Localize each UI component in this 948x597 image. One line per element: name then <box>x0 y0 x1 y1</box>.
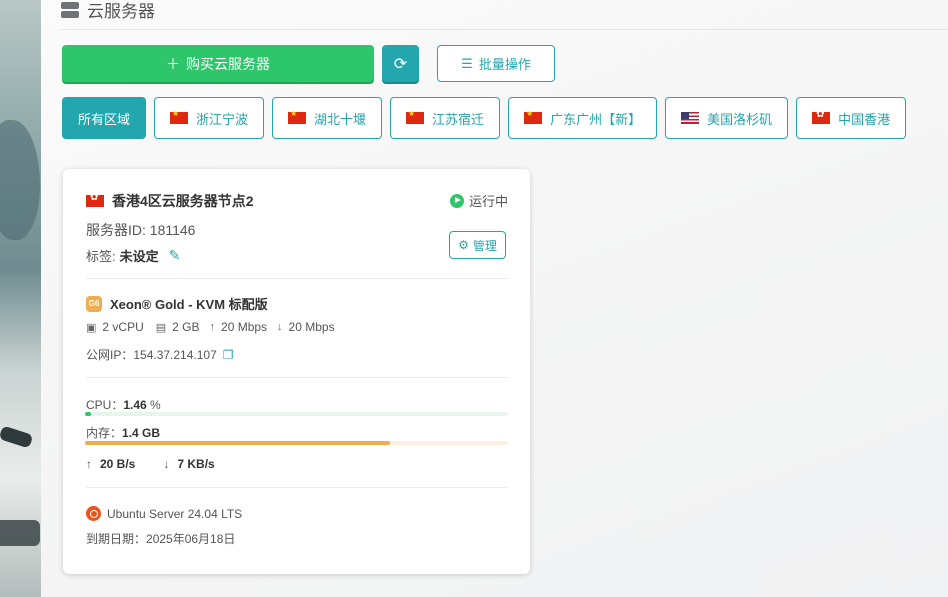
divider <box>86 377 508 378</box>
region-tab-zhejiang-ningbo[interactable]: 浙江宁波 <box>154 97 265 139</box>
vcpu-value: 2 vCPU <box>102 320 144 334</box>
plus-icon: ＋ <box>166 55 180 72</box>
cpu-generation-icon: G6 <box>86 295 102 312</box>
bg-shape <box>0 520 40 546</box>
page-title: 云服务器 <box>87 2 155 21</box>
list-icon: ☰ <box>461 55 473 71</box>
cpu-usage-unit: % <box>146 398 161 412</box>
cpu-usage-value: 1.46 <box>123 398 147 412</box>
china-flag-icon <box>406 109 425 124</box>
server-name-text: 香港4区云服务器节点2 <box>112 193 254 209</box>
server-id: 服务器ID: 181146 <box>86 222 196 238</box>
buy-server-button[interactable]: ＋ 购买云服务器 <box>62 45 374 82</box>
traffic-up: ↑ 20 B/s <box>86 457 135 471</box>
china-flag-icon <box>288 109 307 124</box>
region-tab-all[interactable]: 所有区域 <box>62 97 147 139</box>
status-text: 运行中 <box>468 194 508 209</box>
memory-usage-fill <box>85 441 390 445</box>
us-flag-icon <box>681 112 700 124</box>
cpu-usage-title: CPU： <box>86 398 124 412</box>
tag-row: 标签: 未设定 ✎ <box>86 246 180 265</box>
memory-usage-value: 1.4 GB <box>122 426 161 440</box>
public-ip-text: 公网IP：154.37.214.107 <box>86 346 217 363</box>
memory-icon: ▤ <box>155 321 167 334</box>
hong-kong-flag-icon <box>86 192 104 207</box>
os-name: Ubuntu Server 24.04 LTS <box>107 506 243 521</box>
public-ip-value[interactable]: 154.37.214.107 <box>133 348 216 362</box>
memory-usage-title: 内存： <box>86 426 123 440</box>
expire-date: 2025年06月18日 <box>146 532 236 546</box>
divider <box>86 487 508 488</box>
server-name: 香港4区云服务器节点2 <box>86 191 254 211</box>
china-flag-icon <box>524 109 543 124</box>
os-row: Ubuntu Server 24.04 LTS <box>86 506 242 521</box>
cpu-usage-bar <box>85 412 508 416</box>
region-label: 所有区域 <box>78 111 131 127</box>
edit-icon[interactable]: ✎ <box>169 247 181 264</box>
arrow-down-icon: ↓ <box>277 321 283 333</box>
cpu-usage-label: CPU：1.46 % <box>86 396 161 413</box>
traffic-up-value: 20 B/s <box>100 457 136 471</box>
traffic-down-value: 7 KB/s <box>177 457 215 471</box>
cpu-chip-icon: ▣ <box>86 321 97 334</box>
cpu-model: G6 Xeon® Gold - KVM 标配版 <box>86 294 268 313</box>
region-label: 江苏宿迁 <box>432 111 485 127</box>
batch-operation-label: 批量操作 <box>478 57 531 72</box>
copy-icon[interactable]: ❐ <box>223 348 234 362</box>
refresh-button[interactable]: ⟳ <box>382 45 419 82</box>
region-tab-guangdong-guangzhou[interactable]: 广东广州【新】 <box>508 97 658 139</box>
region-label: 湖北十堰 <box>314 111 367 127</box>
upload-bandwidth: 20 Mbps <box>221 320 268 334</box>
arrow-up-icon: ↑ <box>86 457 92 471</box>
server-icon <box>61 1 79 18</box>
ram-value: 2 GB <box>172 320 200 334</box>
toolbar: ＋ 购买云服务器 ⟳ ☰ 批量操作 <box>62 45 555 82</box>
play-circle-icon <box>449 193 464 208</box>
gear-icon: ⚙ <box>458 238 469 252</box>
public-ip-label: 公网IP： <box>86 348 134 362</box>
memory-usage-bar <box>85 441 508 445</box>
bg-shape <box>0 120 40 240</box>
hong-kong-flag-icon <box>812 109 831 124</box>
region-filter: 所有区域 浙江宁波 湖北十堰 江苏宿迁 广东广州【新】 美国洛杉矶 中国香港 <box>62 97 907 139</box>
tag-label: 标签: <box>86 249 116 264</box>
region-tab-us-los-angeles[interactable]: 美国洛杉矶 <box>665 97 789 139</box>
region-tab-hong-kong[interactable]: 中国香港 <box>796 97 907 139</box>
cpu-model-text: Xeon® Gold - KVM 标配版 <box>110 297 268 312</box>
region-label: 中国香港 <box>838 111 891 127</box>
region-label: 美国洛杉矶 <box>707 111 773 127</box>
tag-value: 未设定 <box>119 249 159 264</box>
arrow-up-icon: ↑ <box>209 321 216 333</box>
expire-row: 到期日期：2025年06月18日 <box>86 530 235 547</box>
page-header: 云服务器 <box>61 0 948 30</box>
batch-operation-button[interactable]: ☰ 批量操作 <box>437 45 555 82</box>
divider <box>86 278 508 279</box>
manage-label: 管理 <box>472 238 497 253</box>
server-card[interactable]: 香港4区云服务器节点2 运行中 服务器ID: 181146 标签: 未设定 ✎ … <box>63 169 530 574</box>
expire-label: 到期日期： <box>86 532 147 546</box>
region-tab-hubei-shiyan[interactable]: 湖北十堰 <box>272 97 383 139</box>
memory-usage-label: 内存：1.4 GB <box>86 424 160 441</box>
region-tab-jiangsu-suqian[interactable]: 江苏宿迁 <box>390 97 501 139</box>
download-bandwidth: 20 Mbps <box>288 320 335 334</box>
buy-server-label: 购买云服务器 <box>186 55 270 72</box>
china-flag-icon <box>170 109 189 124</box>
traffic-row: ↑ 20 B/s ↓ 7 KB/s <box>86 457 215 471</box>
traffic-down: ↓ 7 KB/s <box>163 457 214 471</box>
bg-shape <box>0 425 34 449</box>
background-landscape <box>0 0 41 597</box>
region-label: 浙江宁波 <box>196 111 249 127</box>
refresh-icon: ⟳ <box>393 55 408 73</box>
ubuntu-icon <box>86 506 101 521</box>
public-ip-row: 公网IP：154.37.214.107 ❐ <box>86 346 234 363</box>
arrow-down-icon: ↓ <box>163 457 170 471</box>
manage-button[interactable]: ⚙ 管理 <box>449 231 506 259</box>
cpu-usage-fill <box>85 412 92 416</box>
region-label: 广东广州【新】 <box>550 111 642 127</box>
status-badge: 运行中 <box>449 191 508 210</box>
spec-row: ▣ 2 vCPU ▤ 2 GB ↑ 20 Mbps ↓ 20 Mbps <box>86 320 335 334</box>
main-content: 云服务器 ＋ 购买云服务器 ⟳ ☰ 批量操作 所有区域 浙江宁波 湖北十堰 江苏… <box>41 0 948 597</box>
